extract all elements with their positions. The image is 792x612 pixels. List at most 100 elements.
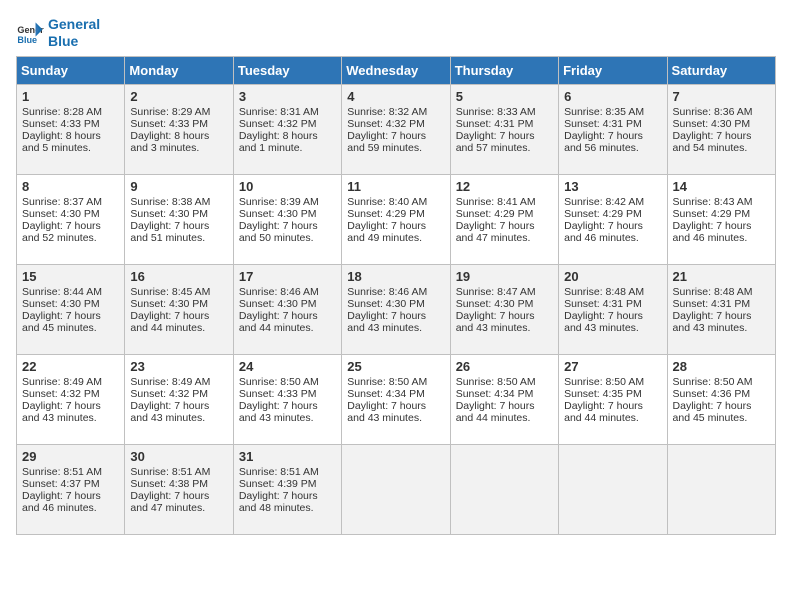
day-number: 24 xyxy=(239,359,336,374)
calendar-cell: 19Sunrise: 8:47 AMSunset: 4:30 PMDayligh… xyxy=(450,264,558,354)
daylight-text: Daylight: 7 hours and 47 minutes. xyxy=(130,490,227,514)
day-number: 30 xyxy=(130,449,227,464)
sunset-text: Sunset: 4:31 PM xyxy=(564,298,661,310)
sunrise-text: Sunrise: 8:45 AM xyxy=(130,286,227,298)
calendar-cell: 17Sunrise: 8:46 AMSunset: 4:30 PMDayligh… xyxy=(233,264,341,354)
logo: General Blue General Blue xyxy=(16,16,100,50)
logo-text-line1: General xyxy=(48,16,100,33)
day-number: 20 xyxy=(564,269,661,284)
calendar-cell: 27Sunrise: 8:50 AMSunset: 4:35 PMDayligh… xyxy=(559,354,667,444)
calendar-cell: 31Sunrise: 8:51 AMSunset: 4:39 PMDayligh… xyxy=(233,444,341,534)
week-row-1: 1Sunrise: 8:28 AMSunset: 4:33 PMDaylight… xyxy=(17,84,776,174)
calendar-cell: 10Sunrise: 8:39 AMSunset: 4:30 PMDayligh… xyxy=(233,174,341,264)
sunrise-text: Sunrise: 8:37 AM xyxy=(22,196,119,208)
day-number: 19 xyxy=(456,269,553,284)
header-tuesday: Tuesday xyxy=(233,56,341,84)
calendar-cell: 28Sunrise: 8:50 AMSunset: 4:36 PMDayligh… xyxy=(667,354,775,444)
sunset-text: Sunset: 4:37 PM xyxy=(22,478,119,490)
day-number: 23 xyxy=(130,359,227,374)
calendar-cell: 6Sunrise: 8:35 AMSunset: 4:31 PMDaylight… xyxy=(559,84,667,174)
sunset-text: Sunset: 4:30 PM xyxy=(673,118,770,130)
day-number: 22 xyxy=(22,359,119,374)
daylight-text: Daylight: 8 hours and 5 minutes. xyxy=(22,130,119,154)
sunrise-text: Sunrise: 8:51 AM xyxy=(130,466,227,478)
sunset-text: Sunset: 4:30 PM xyxy=(456,298,553,310)
daylight-text: Daylight: 7 hours and 43 minutes. xyxy=(456,310,553,334)
calendar-cell: 29Sunrise: 8:51 AMSunset: 4:37 PMDayligh… xyxy=(17,444,125,534)
calendar-cell: 21Sunrise: 8:48 AMSunset: 4:31 PMDayligh… xyxy=(667,264,775,354)
sunrise-text: Sunrise: 8:40 AM xyxy=(347,196,444,208)
calendar-cell: 16Sunrise: 8:45 AMSunset: 4:30 PMDayligh… xyxy=(125,264,233,354)
logo-icon: General Blue xyxy=(16,19,44,47)
calendar-cell: 9Sunrise: 8:38 AMSunset: 4:30 PMDaylight… xyxy=(125,174,233,264)
daylight-text: Daylight: 7 hours and 50 minutes. xyxy=(239,220,336,244)
daylight-text: Daylight: 8 hours and 1 minute. xyxy=(239,130,336,154)
daylight-text: Daylight: 7 hours and 48 minutes. xyxy=(239,490,336,514)
sunrise-text: Sunrise: 8:32 AM xyxy=(347,106,444,118)
day-number: 21 xyxy=(673,269,770,284)
sunrise-text: Sunrise: 8:51 AM xyxy=(22,466,119,478)
sunrise-text: Sunrise: 8:50 AM xyxy=(673,376,770,388)
sunset-text: Sunset: 4:33 PM xyxy=(22,118,119,130)
sunset-text: Sunset: 4:33 PM xyxy=(239,388,336,400)
sunset-text: Sunset: 4:29 PM xyxy=(673,208,770,220)
daylight-text: Daylight: 7 hours and 43 minutes. xyxy=(673,310,770,334)
sunset-text: Sunset: 4:34 PM xyxy=(456,388,553,400)
header-wednesday: Wednesday xyxy=(342,56,450,84)
sunrise-text: Sunrise: 8:46 AM xyxy=(239,286,336,298)
sunset-text: Sunset: 4:29 PM xyxy=(564,208,661,220)
header-sunday: Sunday xyxy=(17,56,125,84)
daylight-text: Daylight: 7 hours and 57 minutes. xyxy=(456,130,553,154)
sunrise-text: Sunrise: 8:44 AM xyxy=(22,286,119,298)
day-number: 25 xyxy=(347,359,444,374)
daylight-text: Daylight: 7 hours and 44 minutes. xyxy=(456,400,553,424)
sunset-text: Sunset: 4:38 PM xyxy=(130,478,227,490)
calendar-cell: 12Sunrise: 8:41 AMSunset: 4:29 PMDayligh… xyxy=(450,174,558,264)
sunset-text: Sunset: 4:30 PM xyxy=(130,298,227,310)
sunrise-text: Sunrise: 8:28 AM xyxy=(22,106,119,118)
sunrise-text: Sunrise: 8:31 AM xyxy=(239,106,336,118)
day-number: 29 xyxy=(22,449,119,464)
svg-text:Blue: Blue xyxy=(17,35,37,45)
sunrise-text: Sunrise: 8:49 AM xyxy=(22,376,119,388)
daylight-text: Daylight: 7 hours and 44 minutes. xyxy=(239,310,336,334)
daylight-text: Daylight: 7 hours and 45 minutes. xyxy=(22,310,119,334)
day-number: 5 xyxy=(456,89,553,104)
sunset-text: Sunset: 4:29 PM xyxy=(347,208,444,220)
calendar-cell xyxy=(559,444,667,534)
sunrise-text: Sunrise: 8:36 AM xyxy=(673,106,770,118)
sunset-text: Sunset: 4:33 PM xyxy=(130,118,227,130)
week-row-4: 22Sunrise: 8:49 AMSunset: 4:32 PMDayligh… xyxy=(17,354,776,444)
sunrise-text: Sunrise: 8:49 AM xyxy=(130,376,227,388)
calendar-cell: 3Sunrise: 8:31 AMSunset: 4:32 PMDaylight… xyxy=(233,84,341,174)
day-number: 31 xyxy=(239,449,336,464)
week-row-3: 15Sunrise: 8:44 AMSunset: 4:30 PMDayligh… xyxy=(17,264,776,354)
sunset-text: Sunset: 4:30 PM xyxy=(22,298,119,310)
daylight-text: Daylight: 7 hours and 45 minutes. xyxy=(673,400,770,424)
calendar-cell: 20Sunrise: 8:48 AMSunset: 4:31 PMDayligh… xyxy=(559,264,667,354)
day-number: 3 xyxy=(239,89,336,104)
calendar-cell: 15Sunrise: 8:44 AMSunset: 4:30 PMDayligh… xyxy=(17,264,125,354)
calendar-cell: 7Sunrise: 8:36 AMSunset: 4:30 PMDaylight… xyxy=(667,84,775,174)
calendar-cell: 1Sunrise: 8:28 AMSunset: 4:33 PMDaylight… xyxy=(17,84,125,174)
day-number: 13 xyxy=(564,179,661,194)
daylight-text: Daylight: 8 hours and 3 minutes. xyxy=(130,130,227,154)
calendar-cell: 24Sunrise: 8:50 AMSunset: 4:33 PMDayligh… xyxy=(233,354,341,444)
daylight-text: Daylight: 7 hours and 43 minutes. xyxy=(347,310,444,334)
sunrise-text: Sunrise: 8:42 AM xyxy=(564,196,661,208)
daylight-text: Daylight: 7 hours and 49 minutes. xyxy=(347,220,444,244)
day-number: 12 xyxy=(456,179,553,194)
sunrise-text: Sunrise: 8:35 AM xyxy=(564,106,661,118)
calendar-cell: 2Sunrise: 8:29 AMSunset: 4:33 PMDaylight… xyxy=(125,84,233,174)
calendar-cell: 25Sunrise: 8:50 AMSunset: 4:34 PMDayligh… xyxy=(342,354,450,444)
sunset-text: Sunset: 4:36 PM xyxy=(673,388,770,400)
daylight-text: Daylight: 7 hours and 56 minutes. xyxy=(564,130,661,154)
sunset-text: Sunset: 4:30 PM xyxy=(347,298,444,310)
calendar-header-row: SundayMondayTuesdayWednesdayThursdayFrid… xyxy=(17,56,776,84)
header-saturday: Saturday xyxy=(667,56,775,84)
day-number: 11 xyxy=(347,179,444,194)
daylight-text: Daylight: 7 hours and 44 minutes. xyxy=(130,310,227,334)
page-header: General Blue General Blue xyxy=(16,16,776,50)
day-number: 8 xyxy=(22,179,119,194)
header-thursday: Thursday xyxy=(450,56,558,84)
